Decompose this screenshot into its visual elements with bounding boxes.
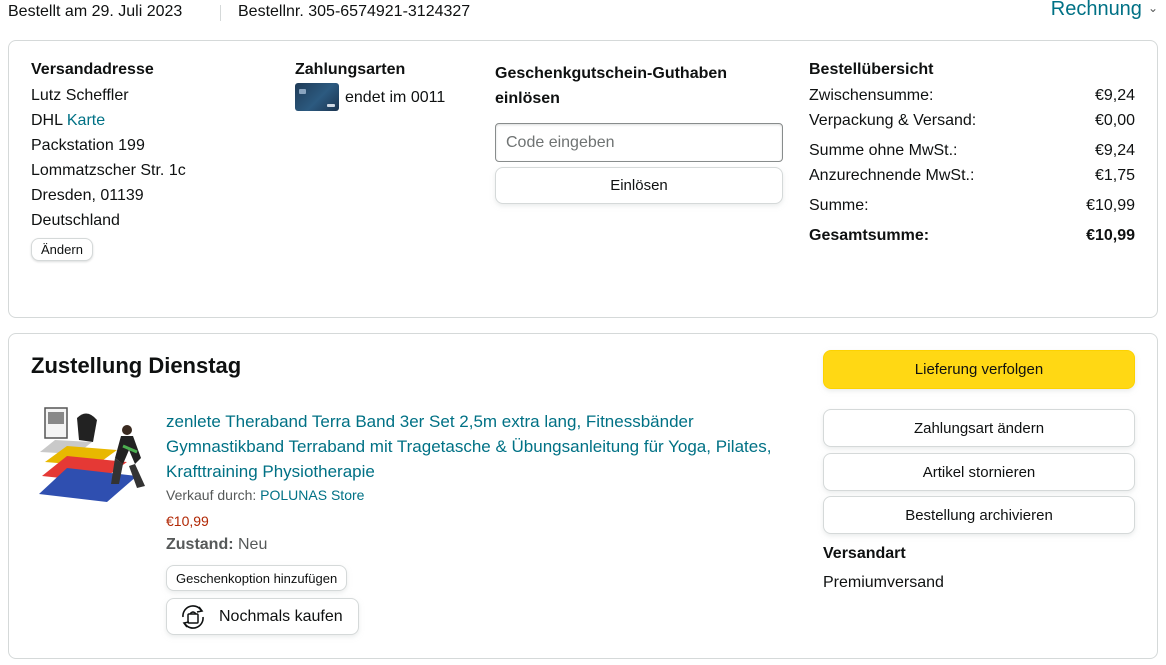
summary-label: Zwischensumme: [809,87,934,104]
summary-row-subtotal: Zwischensumme: €9,24 [809,83,1135,108]
summary-value: €10,99 [1086,197,1135,214]
seller-info: Verkauf durch: POLUNAS Store [166,487,364,503]
summary-value: €1,75 [1094,167,1135,184]
credit-card-icon [295,83,339,111]
carrier-name: DHL [31,112,63,129]
cancel-items-button[interactable]: Artikel stornieren [823,453,1135,491]
gift-card-heading: Geschenkgutschein-Guthaben einlösen [495,65,728,107]
chevron-down-icon: ⌄ [1147,1,1158,15]
summary-row-total: Gesamtsumme: €10,99 [809,223,1135,248]
summary-label: Summe: [809,197,869,214]
buy-again-icon [182,604,204,629]
buy-again-button[interactable]: Nochmals kaufen [166,598,359,635]
payment-card-row: endet im 0011 [295,83,495,111]
summary-label: Gesamtsumme: [809,227,930,244]
order-details-card: Versandadresse Lutz Scheffler DHL Karte … [8,40,1158,318]
product-price: €10,99 [166,513,209,529]
address-line-3: Dresden, 01139 [31,187,144,204]
product-title-link[interactable]: zenlete Theraband Terra Band 3er Set 2,5… [166,409,786,484]
address-line-1: Packstation 199 [31,137,145,154]
shipping-method-heading: Versandart [823,545,906,562]
delivery-card: Zustellung Dienstag zenlete Theraband Te… [8,333,1158,659]
archive-order-button[interactable]: Bestellung archivieren [823,496,1135,534]
summary-value: €0,00 [1094,112,1135,129]
shipping-address-heading: Versandadresse [31,61,154,78]
invoice-link[interactable]: Rechnung ⌄ [1051,0,1158,21]
summary-value: €9,24 [1094,142,1135,159]
summary-row-shipping: Verpackung & Versand: €0,00 [809,108,1135,133]
shipping-address: Versandadresse Lutz Scheffler DHL Karte … [31,61,271,261]
summary-row-sum: Summe: €10,99 [809,193,1135,218]
recipient-name: Lutz Scheffler [31,87,129,104]
change-payment-button[interactable]: Zahlungsart ändern [823,409,1135,447]
order-header: Bestellt am 29. Juli 2023 Bestellnr. 305… [8,0,1158,28]
summary-value: €9,24 [1094,87,1135,104]
product-image[interactable] [37,406,151,506]
gift-code-input[interactable] [495,123,783,162]
address-country: Deutschland [31,212,120,229]
summary-value: €10,99 [1086,227,1135,244]
order-summary-heading: Bestellübersicht [809,61,934,78]
order-summary: Bestellübersicht Zwischensumme: €9,24 Ver… [809,61,1135,248]
address-line-2: Lommatzscher Str. 1c [31,162,186,179]
card-ending: endet im 0011 [345,88,446,106]
product-condition: Zustand: Neu [166,536,267,554]
summary-label: Verpackung & Versand: [809,112,977,129]
buy-again-label: Nochmals kaufen [219,607,343,625]
seller-link[interactable]: POLUNAS Store [260,487,364,503]
shipping-method-value: Premiumversand [823,574,944,591]
header-divider [220,5,221,21]
condition-label: Zustand: [166,536,234,553]
condition-value: Neu [238,536,268,553]
track-package-button[interactable]: Lieferung verfolgen [823,350,1135,389]
change-address-button[interactable]: Ändern [31,238,93,261]
summary-label: Summe ohne MwSt.: [809,142,958,159]
payment-methods: Zahlungsarten endet im 0011 [295,61,495,111]
invoice-label: Rechnung [1050,0,1142,20]
redeem-button[interactable]: Einlösen [495,167,783,204]
seller-label: Verkauf durch: [166,487,257,503]
order-number: Bestellnr. 305-6574921-3124327 [238,3,471,20]
order-date: Bestellt am 29. Juli 2023 [8,3,183,20]
gift-card-redeem: Geschenkgutschein-Guthaben einlösen Einl… [495,61,785,204]
summary-row-net: Summe ohne MwSt.: €9,24 [809,138,1135,163]
summary-row-vat: Anzurechnende MwSt.: €1,75 [809,163,1135,188]
payment-heading: Zahlungsarten [295,61,406,78]
carrier-line: DHL Karte [31,108,271,133]
delivery-title: Zustellung Dienstag [31,353,242,378]
add-gift-option-button[interactable]: Geschenkoption hinzufügen [166,565,348,591]
map-link[interactable]: Karte [67,112,105,129]
summary-label: Anzurechnende MwSt.: [809,167,975,184]
